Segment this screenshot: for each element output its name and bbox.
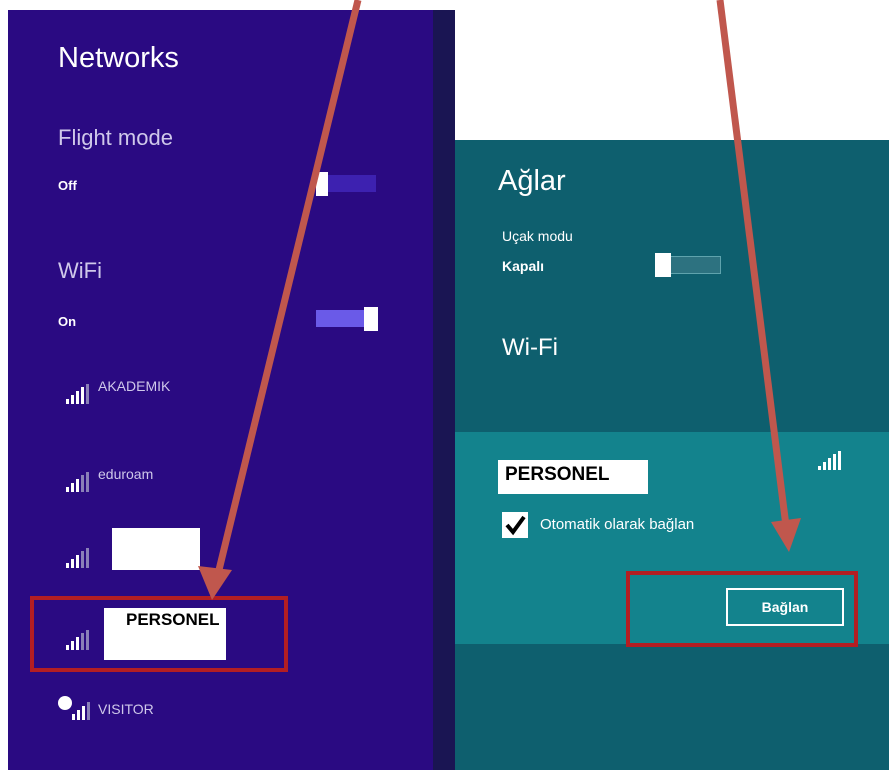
arrow-to-personel <box>214 0 362 575</box>
annotation-arrows <box>198 0 801 600</box>
arrow-to-connect <box>716 0 790 527</box>
arrow-head-left <box>198 566 232 600</box>
arrow-head-right <box>771 518 801 552</box>
